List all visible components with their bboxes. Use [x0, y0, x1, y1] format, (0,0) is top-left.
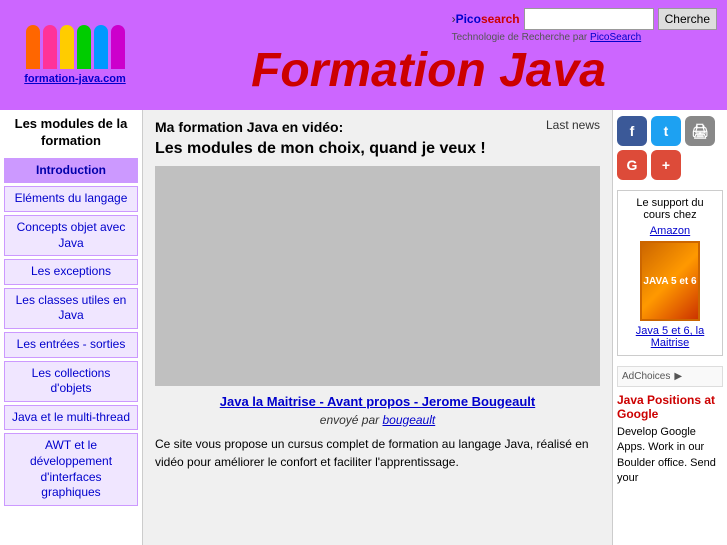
sidebar-item-exceptions[interactable]: Les exceptions — [4, 259, 138, 285]
search-sub: Technologie de Recherche par PicoSearch — [452, 32, 642, 43]
google-icon[interactable]: G — [617, 150, 647, 180]
logo-link[interactable]: formation-java.com — [24, 73, 125, 85]
search-row: ›Picosearch Cherche — [452, 8, 717, 30]
site-title: Formation Java — [140, 43, 717, 98]
content-header: Ma formation Java en vidéo: Les modules … — [155, 118, 600, 158]
book-promo: Le support du cours chez Amazon JAVA 5 e… — [617, 190, 723, 356]
social-icons: f t 🖨 G + — [617, 116, 723, 180]
author-link[interactable]: bougeault — [383, 413, 436, 427]
search-area: ›Picosearch Cherche Technologie de Reche… — [452, 8, 717, 43]
bottom-content: Java la Maitrise - Avant propos - Jerome… — [155, 394, 600, 471]
ad-choices-arrow: ▶ — [674, 371, 682, 382]
sidebar-item-elements[interactable]: Eléments du langage — [4, 186, 138, 212]
figure-6 — [111, 25, 125, 69]
sidebar-item-entrees[interactable]: Les entrées - sorties — [4, 332, 138, 358]
ad-choices: AdChoices ▶ — [617, 366, 723, 387]
sidebar-item-multithread[interactable]: Java et le multi-thread — [4, 405, 138, 431]
sent-by: envoyé par bougeault — [155, 413, 600, 427]
figure-2 — [43, 25, 57, 69]
pico-label: ›Picosearch — [452, 12, 520, 26]
video-link[interactable]: Java la Maitrise - Avant propos - Jerome… — [155, 394, 600, 409]
content-title-area: Ma formation Java en vidéo: Les modules … — [155, 118, 486, 158]
sidebar-item-collections[interactable]: Les collections d'objets — [4, 361, 138, 402]
picosearch-link[interactable]: PicoSearch — [590, 32, 641, 43]
figure-4 — [77, 25, 91, 69]
right-panel: f t 🖨 G + Le support du cours chez Amazo… — [612, 110, 727, 545]
content-subtitle: Les modules de mon choix, quand je veux … — [155, 140, 486, 158]
video-area — [155, 166, 600, 386]
header: formation-java.com Formation Java ›Picos… — [0, 0, 727, 110]
book-desc-link[interactable]: Java 5 et 6, la Maitrise — [636, 325, 705, 349]
logo-figures — [26, 25, 125, 69]
search-button[interactable]: Cherche — [658, 8, 717, 30]
sidebar-item-introduction[interactable]: Introduction — [4, 158, 138, 184]
figure-1 — [26, 25, 40, 69]
content-title: Ma formation Java en vidéo: — [155, 118, 486, 138]
last-news: Last news — [546, 118, 600, 132]
ad-choices-label: AdChoices — [622, 371, 670, 382]
logo-area: formation-java.com — [10, 25, 140, 85]
book-promo-title: Le support du cours chez — [624, 197, 716, 221]
print-icon[interactable]: 🖨 — [685, 116, 715, 146]
description: Ce site vous propose un cursus complet d… — [155, 435, 600, 471]
ad-title[interactable]: Java Positions at Google — [617, 393, 723, 421]
sidebar-item-concepts[interactable]: Concepts objet avec Java — [4, 215, 138, 256]
sidebar-item-classes[interactable]: Les classes utiles en Java — [4, 288, 138, 329]
sidebar-item-awt[interactable]: AWT et le développement d'interfaces gra… — [4, 433, 138, 505]
gplus-icon[interactable]: + — [651, 150, 681, 180]
ad-block: Java Positions at Google Develop Google … — [617, 393, 723, 487]
sidebar-title: Les modules de la formation — [4, 116, 138, 150]
amazon-link[interactable]: Amazon — [650, 225, 690, 237]
sidebar: Les modules de la formation Introduction… — [0, 110, 143, 545]
figure-3 — [60, 25, 74, 69]
main-layout: Les modules de la formation Introduction… — [0, 110, 727, 545]
twitter-icon[interactable]: t — [651, 116, 681, 146]
book-cover: JAVA 5 et 6 — [640, 241, 700, 321]
ad-content: Develop Google Apps. Work in our Boulder… — [617, 425, 723, 487]
figure-5 — [94, 25, 108, 69]
search-input[interactable] — [524, 8, 654, 30]
content: Ma formation Java en vidéo: Les modules … — [143, 110, 612, 545]
facebook-icon[interactable]: f — [617, 116, 647, 146]
